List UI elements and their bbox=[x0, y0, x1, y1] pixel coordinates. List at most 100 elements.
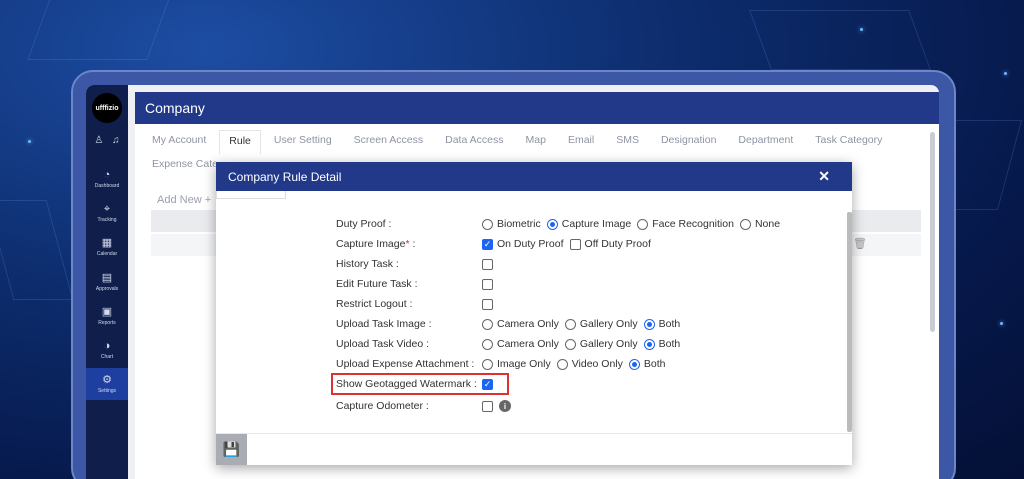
option-label: Camera Only bbox=[497, 318, 559, 330]
option-label: Camera Only bbox=[497, 338, 559, 350]
radio-selected-icon bbox=[628, 358, 640, 370]
duty-proof-biometric[interactable]: Biometric bbox=[482, 218, 541, 230]
tab-designation[interactable]: Designation bbox=[652, 130, 725, 154]
add-new-button[interactable]: Add New + bbox=[157, 194, 211, 206]
close-icon[interactable]: ✕ bbox=[818, 168, 830, 185]
trash-icon[interactable]: 🗑 bbox=[853, 237, 867, 250]
checkbox-checked-icon: ✓ bbox=[482, 238, 493, 250]
restrict-logout-checkbox[interactable] bbox=[482, 298, 493, 310]
option-label: Off Duty Proof bbox=[584, 238, 651, 250]
background-dot bbox=[1000, 322, 1003, 325]
duty-proof-label: Duty Proof : bbox=[336, 218, 392, 230]
plus-icon: + bbox=[204, 194, 212, 206]
expense-image-only[interactable]: Image Only bbox=[482, 358, 551, 370]
expense-video-only[interactable]: Video Only bbox=[556, 358, 623, 370]
capture-on-duty-proof[interactable]: ✓ On Duty Proof bbox=[482, 238, 564, 250]
history-task-checkbox[interactable] bbox=[482, 258, 493, 270]
user-icon[interactable]: ♙ bbox=[94, 135, 103, 146]
background-dot bbox=[1004, 72, 1007, 75]
history-task-row: History Task : bbox=[336, 254, 497, 274]
checkbox-icon bbox=[569, 238, 581, 250]
restrict-logout-label: Restrict Logout : bbox=[336, 298, 413, 310]
radio-selected-icon bbox=[546, 218, 558, 230]
sidebar-item-label: Dashboard bbox=[94, 183, 120, 189]
edit-future-task-checkbox[interactable] bbox=[482, 278, 493, 290]
sidebar-item-label: Approvals bbox=[95, 286, 119, 292]
tab-my-account[interactable]: My Account bbox=[143, 130, 215, 154]
radio-icon bbox=[637, 218, 649, 230]
capture-image-label: Capture Image* : bbox=[336, 238, 482, 250]
chart-icon: ◑ bbox=[103, 340, 111, 352]
add-new-label: Add New bbox=[157, 194, 202, 206]
radio-icon bbox=[482, 358, 493, 370]
company-rule-modal: Company Rule Detail ✕ Duty Proof : Biome… bbox=[216, 162, 852, 465]
duty-proof-face-recognition[interactable]: Face Recognition bbox=[637, 218, 734, 230]
tab-email[interactable]: Email bbox=[559, 130, 603, 154]
upload-expense-attachment-label: Upload Expense Attachment : bbox=[336, 358, 475, 370]
option-label: Both bbox=[658, 318, 681, 330]
modal-header: Company Rule Detail ✕ bbox=[216, 162, 852, 191]
duty-proof-none[interactable]: None bbox=[739, 218, 780, 230]
modal-scrollbar[interactable] bbox=[847, 212, 852, 432]
task-image-camera-only[interactable]: Camera Only bbox=[482, 318, 559, 330]
radio-icon bbox=[556, 358, 568, 370]
page-header: Company bbox=[135, 92, 939, 124]
capture-odometer-checkbox[interactable] bbox=[482, 400, 493, 412]
tab-rule[interactable]: Rule bbox=[219, 130, 261, 154]
background-dot bbox=[860, 28, 863, 31]
sidebar: ufffizio ♙ ♫ ◔ Dashboard ⌖ Tracking ▦ Ca… bbox=[86, 85, 128, 479]
capture-off-duty-proof[interactable]: Off Duty Proof bbox=[569, 238, 651, 250]
sidebar-item-chart[interactable]: ◑ Chart bbox=[86, 334, 128, 366]
calendar-icon: ▦ bbox=[101, 237, 113, 249]
sidebar-item-settings[interactable]: ⚙ Settings bbox=[86, 368, 128, 400]
save-button[interactable]: 💾 bbox=[216, 434, 247, 465]
sidebar-item-label: Reports bbox=[98, 320, 116, 326]
capture-odometer-row: Capture Odometer : i bbox=[336, 396, 511, 416]
restrict-logout-row: Restrict Logout : bbox=[336, 294, 497, 314]
duty-proof-capture-image[interactable]: Capture Image bbox=[546, 218, 631, 230]
bell-icon[interactable]: ♫ bbox=[112, 135, 120, 146]
modal-title: Company Rule Detail bbox=[228, 170, 342, 184]
background-hexagon bbox=[749, 10, 931, 70]
task-image-both[interactable]: Both bbox=[643, 318, 681, 330]
task-video-both[interactable]: Both bbox=[643, 338, 680, 350]
task-video-gallery-only[interactable]: Gallery Only bbox=[564, 338, 638, 350]
info-icon[interactable]: i bbox=[499, 400, 511, 412]
task-video-camera-only[interactable]: Camera Only bbox=[482, 338, 559, 350]
tab-expense-category[interactable]: Expense Cate bbox=[143, 154, 227, 178]
label-suffix: : bbox=[409, 238, 416, 250]
sidebar-item-label: Calendar bbox=[96, 251, 118, 257]
capture-image-row: Capture Image* : ✓ On Duty Proof Off Duty… bbox=[336, 234, 657, 254]
sidebar-item-tracking[interactable]: ⌖ Tracking bbox=[86, 197, 128, 229]
expense-both[interactable]: Both bbox=[628, 358, 666, 370]
sidebar-item-label: Tracking bbox=[97, 217, 117, 223]
radio-icon bbox=[482, 218, 493, 230]
upload-task-image-row: Upload Task Image : Camera Only Gallery … bbox=[336, 314, 686, 334]
reports-icon: ▣ bbox=[101, 306, 113, 318]
page-scrollbar[interactable] bbox=[930, 132, 935, 332]
background-dot bbox=[28, 140, 31, 143]
radio-icon bbox=[564, 318, 576, 330]
capture-odometer-label: Capture Odometer : bbox=[336, 400, 429, 412]
tab-screen-access[interactable]: Screen Access bbox=[345, 130, 432, 154]
sidebar-item-reports[interactable]: ▣ Reports bbox=[86, 300, 128, 332]
sidebar-item-calendar[interactable]: ▦ Calendar bbox=[86, 231, 128, 263]
duty-proof-row: Duty Proof : Biometric Capture Image Fac… bbox=[336, 214, 786, 234]
tab-map[interactable]: Map bbox=[517, 130, 555, 154]
task-image-gallery-only[interactable]: Gallery Only bbox=[564, 318, 638, 330]
option-label: Both bbox=[643, 358, 666, 370]
upload-task-video-row: Upload Task Video : Camera Only Gallery … bbox=[336, 334, 686, 354]
radio-icon bbox=[739, 218, 751, 230]
tab-task-category[interactable]: Task Category bbox=[806, 130, 891, 154]
tab-user-setting[interactable]: User Setting bbox=[265, 130, 341, 154]
tab-department[interactable]: Department bbox=[729, 130, 802, 154]
capture-image-label-text: Capture Image bbox=[336, 238, 406, 250]
tab-data-access[interactable]: Data Access bbox=[436, 130, 512, 154]
sidebar-item-dashboard[interactable]: ◔ Dashboard bbox=[86, 163, 128, 195]
tab-sms[interactable]: SMS bbox=[607, 130, 648, 154]
upload-task-video-label: Upload Task Video : bbox=[336, 338, 430, 350]
sidebar-item-approvals[interactable]: ▤ Approvals bbox=[86, 266, 128, 298]
settings-icon: ⚙ bbox=[102, 374, 112, 386]
page-title: Company bbox=[145, 100, 205, 116]
background-hexagon bbox=[0, 200, 74, 300]
